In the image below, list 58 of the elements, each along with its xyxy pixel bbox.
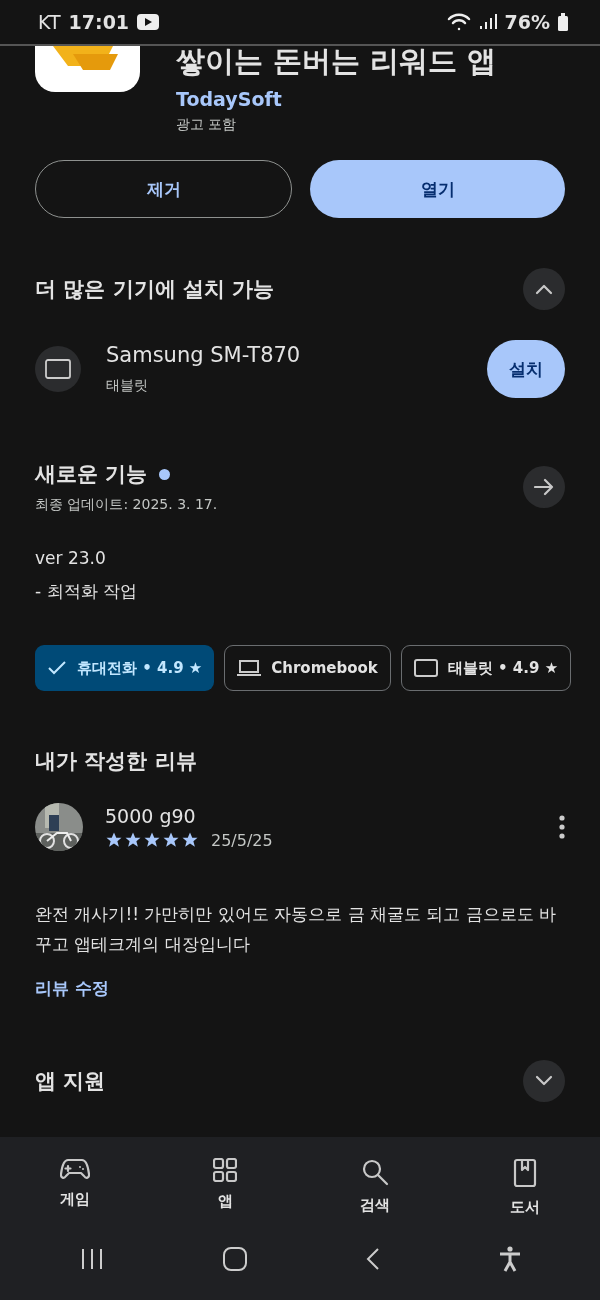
wifi-icon <box>446 13 471 31</box>
star-icon <box>143 831 161 849</box>
battery-level: 76% <box>504 11 550 33</box>
gamepad-icon <box>60 1158 90 1180</box>
star-icon <box>162 831 180 849</box>
nav-tab[interactable]: 게임 <box>25 1157 125 1218</box>
device-type: 태블릿 <box>106 377 149 395</box>
edit-review-link[interactable]: 리뷰 수정 <box>35 977 565 1000</box>
book-icon <box>513 1158 537 1188</box>
tablet-icon <box>413 659 438 677</box>
star-icon <box>181 831 199 849</box>
app-title: 쌓이는 돈버는 리워드 앱 <box>176 43 497 80</box>
chevron-down-icon <box>535 1075 553 1087</box>
star-icon <box>105 831 123 849</box>
device-name: Samsung SM-T870 <box>106 343 301 367</box>
star-icon <box>124 831 142 849</box>
section-title: 더 많은 기기에 설치 가능 <box>35 276 275 303</box>
app-icon <box>35 46 140 92</box>
device-chip[interactable]: Chromebook <box>224 645 391 691</box>
review-date: 25/5/25 <box>211 830 273 850</box>
reviewer-name: 5000 g90 <box>105 804 197 827</box>
chevron-up-icon <box>535 283 553 295</box>
release-note: ver 23.0 <box>35 548 107 568</box>
home-icon[interactable] <box>222 1247 247 1271</box>
tablet-icon <box>35 346 81 392</box>
review-text: 완전 개사기!! 가만히만 있어도 자동으로 금 채굴도 되고 금으로도 바꾸고 앱테크계의 대장입니다 <box>35 903 558 956</box>
carrier: KT <box>38 11 61 33</box>
battery-icon <box>558 13 568 31</box>
device-chip[interactable]: 태블릿 • 4.9 ★ <box>400 645 572 691</box>
grid-icon <box>213 1158 237 1182</box>
more-icon[interactable] <box>559 815 565 839</box>
back-icon[interactable] <box>365 1247 380 1271</box>
collapse-button[interactable] <box>523 268 565 310</box>
update-date: 최종 업데이트: 2025. 3. 17. <box>35 496 218 514</box>
install-button[interactable]: 설치 <box>487 340 565 398</box>
arrow-right-icon <box>534 478 554 496</box>
new-dot-icon <box>159 468 171 480</box>
section-title: 내가 작성한 리뷰 <box>35 748 197 775</box>
nav-tab[interactable]: 앱 <box>175 1157 275 1218</box>
ads-note: 광고 포함 <box>176 116 238 134</box>
developer-link[interactable]: TodaySoft <box>176 88 497 110</box>
signal-icon <box>478 13 497 31</box>
arrow-button[interactable] <box>523 466 565 508</box>
open-button[interactable]: 열기 <box>310 160 565 218</box>
recents-icon[interactable] <box>79 1248 104 1270</box>
expand-button[interactable] <box>523 1060 565 1102</box>
search-icon <box>361 1158 389 1186</box>
clock: 17:01 <box>68 11 130 33</box>
laptop-icon <box>237 659 262 677</box>
check-icon <box>47 660 67 676</box>
device-chip[interactable]: 휴대전화 • 4.9 ★ <box>35 645 215 691</box>
accessibility-icon[interactable] <box>498 1246 521 1272</box>
section-title: 새로운 기능 <box>35 461 148 488</box>
nav-tab[interactable]: 도서 <box>475 1157 575 1218</box>
play-icon <box>137 14 160 30</box>
nav-tab[interactable]: 검색 <box>325 1157 425 1218</box>
release-note: - 최적화 작업 <box>35 580 138 603</box>
section-title: 앱 지원 <box>35 1068 106 1095</box>
